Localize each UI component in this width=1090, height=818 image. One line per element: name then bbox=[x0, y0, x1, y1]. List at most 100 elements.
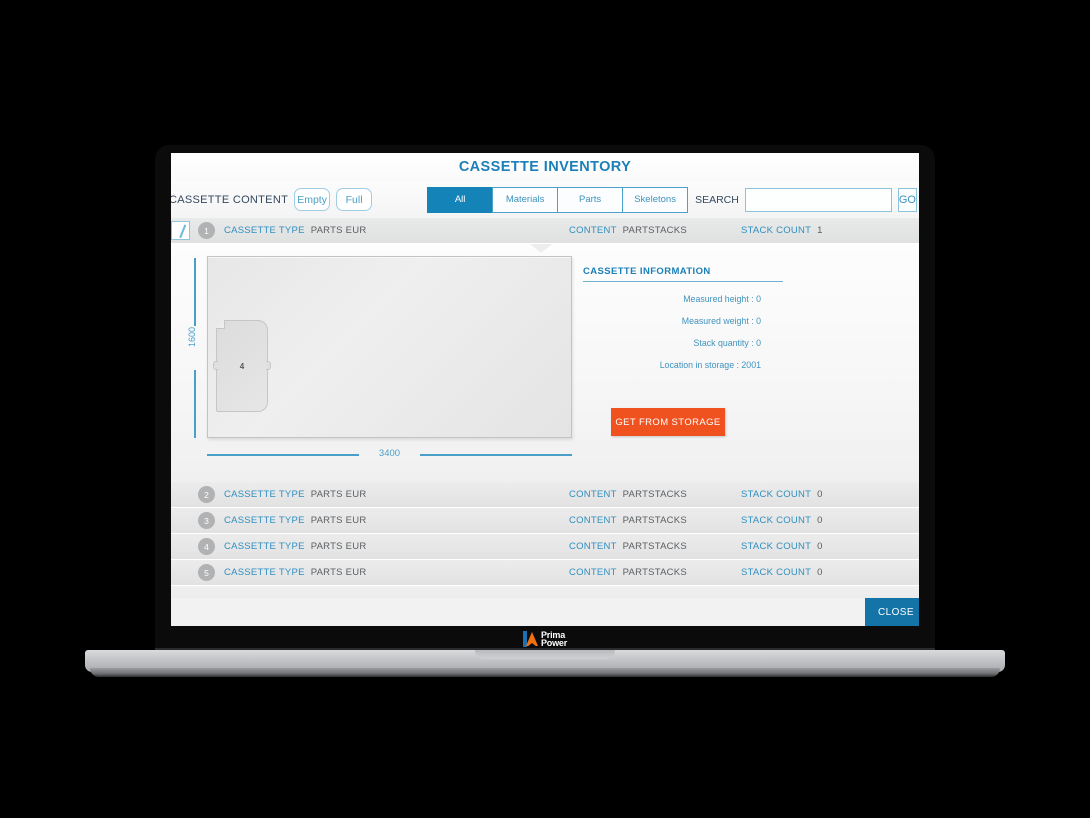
search-label: SEARCH bbox=[695, 193, 739, 206]
stack-count-column: STACK COUNT 0 bbox=[741, 515, 823, 526]
stack-count-label: STACK COUNT bbox=[741, 225, 812, 236]
part-right-tab-icon bbox=[266, 361, 271, 370]
check-icon bbox=[172, 221, 187, 239]
width-dimension-value: 3400 bbox=[378, 448, 401, 459]
stack-count-label: STACK COUNT bbox=[741, 567, 812, 578]
content-value: PARTSTACKS bbox=[622, 489, 687, 500]
content-value: PARTSTACKS bbox=[622, 567, 687, 578]
laptop-screen: CASSETTE INVENTORY CASSETTE CONTENT Empt… bbox=[171, 153, 919, 626]
filter-empty-button[interactable]: Empty bbox=[294, 188, 331, 211]
cassette-type-label: CASSETTE TYPE bbox=[224, 541, 305, 552]
stack-count-column: STACK COUNT 0 bbox=[741, 541, 823, 552]
location-in-storage-row: Location in storage : 2001 bbox=[659, 360, 761, 370]
stack-count-value: 1 bbox=[817, 225, 823, 236]
stack-count-value: 0 bbox=[817, 567, 823, 578]
row-index-badge: 3 bbox=[198, 512, 215, 529]
content-column: CONTENT PARTSTACKS bbox=[569, 515, 687, 526]
cassette-information: CASSETTE INFORMATION Measured height : 0… bbox=[583, 266, 783, 370]
dimension-line bbox=[194, 370, 196, 438]
tab-skeletons[interactable]: Skeletons bbox=[622, 186, 689, 213]
cassette-type-label: CASSETTE TYPE bbox=[224, 489, 305, 500]
table-row[interactable]: 4 CASSETTE TYPE PARTS EUR CONTENT PARTST… bbox=[171, 534, 919, 560]
content-label: CONTENT bbox=[569, 541, 617, 552]
cassette-inventory-app: CASSETTE INVENTORY CASSETTE CONTENT Empt… bbox=[171, 153, 919, 626]
prima-power-wordmark: Prima Power bbox=[540, 630, 567, 648]
cassette-detail-panel: 1600 4 3400 CASSETTE INFORMATION Measure… bbox=[171, 244, 919, 482]
part-notch-icon bbox=[216, 320, 225, 329]
part-left-tab-icon bbox=[213, 361, 218, 370]
prima-power-mark-icon bbox=[522, 631, 538, 647]
dimension-line bbox=[207, 454, 359, 456]
cassette-type-value: PARTS EUR bbox=[310, 489, 367, 500]
table-row[interactable]: 5 CASSETTE TYPE PARTS EUR CONTENT PARTST… bbox=[171, 560, 919, 586]
content-label: CONTENT bbox=[569, 489, 617, 500]
stack-count-column: STACK COUNT 0 bbox=[741, 489, 823, 500]
prima-power-logo: Prima Power bbox=[522, 630, 567, 648]
cassette-type-label: CASSETTE TYPE bbox=[224, 225, 305, 236]
part-shape[interactable]: 4 bbox=[213, 320, 271, 412]
filter-toolbar: CASSETTE CONTENT Empty Full All Material… bbox=[171, 181, 919, 218]
content-label: CONTENT bbox=[569, 515, 617, 526]
tab-materials[interactable]: Materials bbox=[492, 186, 559, 213]
table-row[interactable]: 2 CASSETTE TYPE PARTS EUR CONTENT PARTST… bbox=[171, 482, 919, 508]
cassette-content-label: CASSETTE CONTENT bbox=[171, 193, 289, 206]
app-footer: CLOSE bbox=[171, 598, 919, 626]
measured-weight-row: Measured weight : 0 bbox=[681, 316, 761, 326]
cassette-list: 1 CASSETTE TYPE PARTS EUR CONTENT PARTST… bbox=[171, 218, 919, 608]
dimension-line bbox=[194, 258, 196, 326]
content-label: CONTENT bbox=[569, 225, 617, 236]
cassette-type-value: PARTS EUR bbox=[310, 567, 367, 578]
content-value: PARTSTACKS bbox=[622, 225, 687, 236]
content-value: PARTSTACKS bbox=[622, 541, 687, 552]
dimension-line bbox=[420, 454, 572, 456]
stack-count-label: STACK COUNT bbox=[741, 541, 812, 552]
row-index-badge: 4 bbox=[198, 538, 215, 555]
stack-count-value: 0 bbox=[817, 541, 823, 552]
row-index-badge: 5 bbox=[198, 564, 215, 581]
content-column: CONTENT PARTSTACKS bbox=[569, 225, 687, 236]
table-row[interactable]: 3 CASSETTE TYPE PARTS EUR CONTENT PARTST… bbox=[171, 508, 919, 534]
content-column: CONTENT PARTSTACKS bbox=[569, 489, 687, 500]
laptop-base-lip bbox=[90, 668, 1000, 677]
stack-count-label: STACK COUNT bbox=[741, 489, 812, 500]
cassette-type-value: PARTS EUR bbox=[310, 225, 367, 236]
height-dimension-value: 1600 bbox=[187, 326, 197, 348]
stack-count-value: 0 bbox=[817, 515, 823, 526]
cassette-outline: 4 bbox=[207, 256, 572, 438]
stack-quantity-row: Stack quantity : 0 bbox=[693, 338, 761, 348]
cassette-information-title: CASSETTE INFORMATION bbox=[583, 266, 783, 282]
cassette-type-value: PARTS EUR bbox=[310, 541, 367, 552]
content-label: CONTENT bbox=[569, 567, 617, 578]
app-titlebar: CASSETTE INVENTORY bbox=[171, 153, 919, 181]
row-index-badge: 1 bbox=[198, 222, 215, 239]
cassette-type-label: CASSETTE TYPE bbox=[224, 515, 305, 526]
content-column: CONTENT PARTSTACKS bbox=[569, 541, 687, 552]
cassette-type-label: CASSETTE TYPE bbox=[224, 567, 305, 578]
tab-all[interactable]: All bbox=[427, 186, 494, 213]
stack-count-column: STACK COUNT 1 bbox=[741, 225, 823, 236]
table-row[interactable]: 1 CASSETTE TYPE PARTS EUR CONTENT PARTST… bbox=[171, 218, 919, 244]
search-input[interactable] bbox=[744, 187, 892, 212]
width-dimension: 3400 bbox=[207, 448, 572, 462]
part-label: 4 bbox=[239, 361, 245, 371]
content-column: CONTENT PARTSTACKS bbox=[569, 567, 687, 578]
measured-height-row: Measured height : 0 bbox=[683, 294, 761, 304]
row-index-badge: 2 bbox=[198, 486, 215, 503]
laptop-base-notch bbox=[475, 650, 615, 659]
filter-full-button[interactable]: Full bbox=[336, 188, 373, 211]
tab-parts[interactable]: Parts bbox=[557, 186, 624, 213]
page-title: CASSETTE INVENTORY bbox=[458, 159, 632, 175]
stack-count-column: STACK COUNT 0 bbox=[741, 567, 823, 578]
search-go-button[interactable]: GO bbox=[897, 187, 917, 212]
cassette-type-value: PARTS EUR bbox=[310, 515, 367, 526]
get-from-storage-button[interactable]: GET FROM STORAGE bbox=[611, 408, 725, 436]
height-dimension: 1600 bbox=[183, 258, 197, 438]
content-type-tabs: All Materials Parts Skeletons bbox=[427, 186, 689, 213]
stack-count-value: 0 bbox=[817, 489, 823, 500]
brand-line-2: Power bbox=[540, 638, 567, 648]
close-button[interactable]: CLOSE bbox=[865, 598, 919, 626]
stack-count-label: STACK COUNT bbox=[741, 515, 812, 526]
row-checkbox[interactable] bbox=[171, 221, 190, 240]
laptop-mockup: CASSETTE INVENTORY CASSETTE CONTENT Empt… bbox=[0, 0, 1090, 818]
content-value: PARTSTACKS bbox=[622, 515, 687, 526]
